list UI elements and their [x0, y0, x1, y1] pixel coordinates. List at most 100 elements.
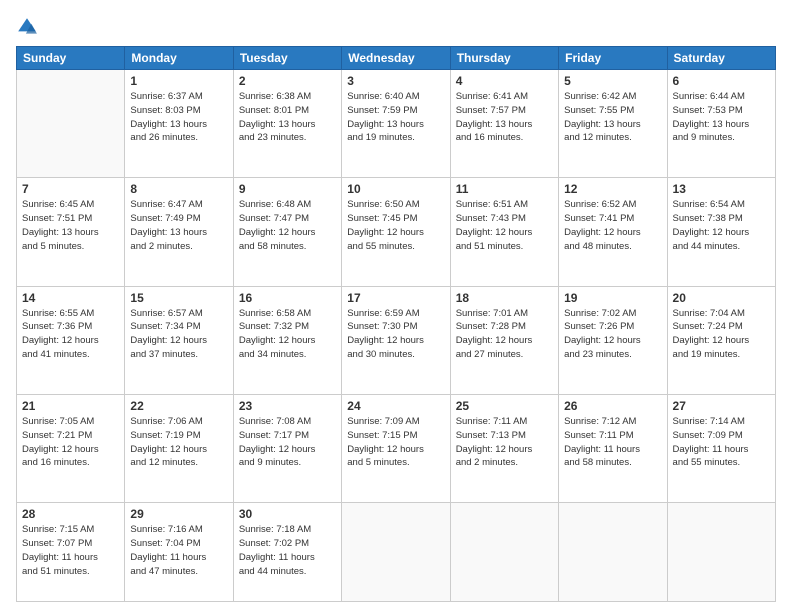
table-row: 16 Sunrise: 6:58 AM Sunset: 7:32 PM Dayli… [233, 286, 341, 394]
weekday-saturday: Saturday [667, 47, 775, 70]
day-number: 12 [564, 182, 661, 196]
day-number: 21 [22, 399, 119, 413]
day-info: Sunrise: 6:57 AM Sunset: 7:34 PM Dayligh… [130, 307, 227, 362]
day-info: Sunrise: 6:52 AM Sunset: 7:41 PM Dayligh… [564, 198, 661, 253]
day-info: Sunrise: 6:45 AM Sunset: 7:51 PM Dayligh… [22, 198, 119, 253]
day-info: Sunrise: 6:54 AM Sunset: 7:38 PM Dayligh… [673, 198, 770, 253]
table-row: 20 Sunrise: 7:04 AM Sunset: 7:24 PM Dayli… [667, 286, 775, 394]
header [16, 12, 776, 38]
table-row: 4 Sunrise: 6:41 AM Sunset: 7:57 PM Daylig… [450, 70, 558, 178]
day-info: Sunrise: 7:15 AM Sunset: 7:07 PM Dayligh… [22, 523, 119, 578]
day-number: 19 [564, 291, 661, 305]
day-info: Sunrise: 6:38 AM Sunset: 8:01 PM Dayligh… [239, 90, 336, 145]
weekday-thursday: Thursday [450, 47, 558, 70]
table-row [342, 503, 450, 602]
table-row: 28 Sunrise: 7:15 AM Sunset: 7:07 PM Dayli… [17, 503, 125, 602]
day-number: 3 [347, 74, 444, 88]
day-number: 24 [347, 399, 444, 413]
weekday-sunday: Sunday [17, 47, 125, 70]
day-info: Sunrise: 7:01 AM Sunset: 7:28 PM Dayligh… [456, 307, 553, 362]
table-row: 24Sunrise: 7:09 AM Sunset: 7:15 PM Dayli… [342, 395, 450, 503]
day-info: Sunrise: 6:47 AM Sunset: 7:49 PM Dayligh… [130, 198, 227, 253]
table-row: 7 Sunrise: 6:45 AM Sunset: 7:51 PM Daylig… [17, 178, 125, 286]
table-row [450, 503, 558, 602]
table-row: 15 Sunrise: 6:57 AM Sunset: 7:34 PM Dayli… [125, 286, 233, 394]
day-info: Sunrise: 6:44 AM Sunset: 7:53 PM Dayligh… [673, 90, 770, 145]
day-info: Sunrise: 6:58 AM Sunset: 7:32 PM Dayligh… [239, 307, 336, 362]
day-info: Sunrise: 6:50 AM Sunset: 7:45 PM Dayligh… [347, 198, 444, 253]
table-row: 22 Sunrise: 7:06 AM Sunset: 7:19 PM Dayli… [125, 395, 233, 503]
day-number: 10 [347, 182, 444, 196]
table-row [667, 503, 775, 602]
day-number: 20 [673, 291, 770, 305]
table-row: 3 Sunrise: 6:40 AM Sunset: 7:59 PM Daylig… [342, 70, 450, 178]
weekday-monday: Monday [125, 47, 233, 70]
table-row [559, 503, 667, 602]
day-info: Sunrise: 7:08 AM Sunset: 7:17 PM Dayligh… [239, 415, 336, 470]
day-info: Sunrise: 7:06 AM Sunset: 7:19 PM Dayligh… [130, 415, 227, 470]
table-row: 8Sunrise: 6:47 AM Sunset: 7:49 PM Daylig… [125, 178, 233, 286]
table-row: 19 Sunrise: 7:02 AM Sunset: 7:26 PM Dayli… [559, 286, 667, 394]
day-number: 15 [130, 291, 227, 305]
day-number: 26 [564, 399, 661, 413]
table-row: 11Sunrise: 6:51 AM Sunset: 7:43 PM Dayli… [450, 178, 558, 286]
day-number: 29 [130, 507, 227, 521]
day-info: Sunrise: 6:37 AM Sunset: 8:03 PM Dayligh… [130, 90, 227, 145]
day-info: Sunrise: 7:11 AM Sunset: 7:13 PM Dayligh… [456, 415, 553, 470]
day-number: 5 [564, 74, 661, 88]
weekday-wednesday: Wednesday [342, 47, 450, 70]
table-row: 17 Sunrise: 6:59 AM Sunset: 7:30 PM Dayli… [342, 286, 450, 394]
day-info: Sunrise: 7:14 AM Sunset: 7:09 PM Dayligh… [673, 415, 770, 470]
day-info: Sunrise: 7:18 AM Sunset: 7:02 PM Dayligh… [239, 523, 336, 578]
table-row: 12 Sunrise: 6:52 AM Sunset: 7:41 PM Dayli… [559, 178, 667, 286]
day-info: Sunrise: 6:40 AM Sunset: 7:59 PM Dayligh… [347, 90, 444, 145]
day-number: 4 [456, 74, 553, 88]
weekday-header-row: SundayMondayTuesdayWednesdayThursdayFrid… [17, 47, 776, 70]
table-row: 29 Sunrise: 7:16 AM Sunset: 7:04 PM Dayli… [125, 503, 233, 602]
day-number: 30 [239, 507, 336, 521]
table-row: 5Sunrise: 6:42 AM Sunset: 7:55 PM Daylig… [559, 70, 667, 178]
day-number: 17 [347, 291, 444, 305]
table-row: 13 Sunrise: 6:54 AM Sunset: 7:38 PM Dayli… [667, 178, 775, 286]
calendar-row-2: 14Sunrise: 6:55 AM Sunset: 7:36 PM Dayli… [17, 286, 776, 394]
day-info: Sunrise: 6:59 AM Sunset: 7:30 PM Dayligh… [347, 307, 444, 362]
table-row: 27 Sunrise: 7:14 AM Sunset: 7:09 PM Dayli… [667, 395, 775, 503]
day-info: Sunrise: 7:02 AM Sunset: 7:26 PM Dayligh… [564, 307, 661, 362]
day-number: 6 [673, 74, 770, 88]
calendar-row-0: 1 Sunrise: 6:37 AM Sunset: 8:03 PM Daylig… [17, 70, 776, 178]
day-number: 22 [130, 399, 227, 413]
day-number: 13 [673, 182, 770, 196]
table-row: 23 Sunrise: 7:08 AM Sunset: 7:17 PM Dayli… [233, 395, 341, 503]
weekday-tuesday: Tuesday [233, 47, 341, 70]
day-info: Sunrise: 7:16 AM Sunset: 7:04 PM Dayligh… [130, 523, 227, 578]
table-row: 2 Sunrise: 6:38 AM Sunset: 8:01 PM Daylig… [233, 70, 341, 178]
day-info: Sunrise: 6:48 AM Sunset: 7:47 PM Dayligh… [239, 198, 336, 253]
calendar-table: SundayMondayTuesdayWednesdayThursdayFrid… [16, 46, 776, 602]
table-row: 26 Sunrise: 7:12 AM Sunset: 7:11 PM Dayli… [559, 395, 667, 503]
day-info: Sunrise: 6:55 AM Sunset: 7:36 PM Dayligh… [22, 307, 119, 362]
table-row: 9 Sunrise: 6:48 AM Sunset: 7:47 PM Daylig… [233, 178, 341, 286]
table-row: 6 Sunrise: 6:44 AM Sunset: 7:53 PM Daylig… [667, 70, 775, 178]
logo-icon [16, 16, 38, 38]
day-number: 28 [22, 507, 119, 521]
day-number: 18 [456, 291, 553, 305]
day-info: Sunrise: 7:12 AM Sunset: 7:11 PM Dayligh… [564, 415, 661, 470]
day-number: 23 [239, 399, 336, 413]
day-number: 2 [239, 74, 336, 88]
day-number: 1 [130, 74, 227, 88]
day-info: Sunrise: 7:04 AM Sunset: 7:24 PM Dayligh… [673, 307, 770, 362]
day-number: 27 [673, 399, 770, 413]
day-number: 16 [239, 291, 336, 305]
day-number: 7 [22, 182, 119, 196]
day-number: 9 [239, 182, 336, 196]
table-row [17, 70, 125, 178]
weekday-friday: Friday [559, 47, 667, 70]
calendar-row-4: 28 Sunrise: 7:15 AM Sunset: 7:07 PM Dayli… [17, 503, 776, 602]
page: SundayMondayTuesdayWednesdayThursdayFrid… [0, 0, 792, 612]
table-row: 25Sunrise: 7:11 AM Sunset: 7:13 PM Dayli… [450, 395, 558, 503]
logo [16, 16, 40, 38]
day-number: 11 [456, 182, 553, 196]
day-info: Sunrise: 6:41 AM Sunset: 7:57 PM Dayligh… [456, 90, 553, 145]
day-info: Sunrise: 7:05 AM Sunset: 7:21 PM Dayligh… [22, 415, 119, 470]
calendar-row-3: 21 Sunrise: 7:05 AM Sunset: 7:21 PM Dayli… [17, 395, 776, 503]
